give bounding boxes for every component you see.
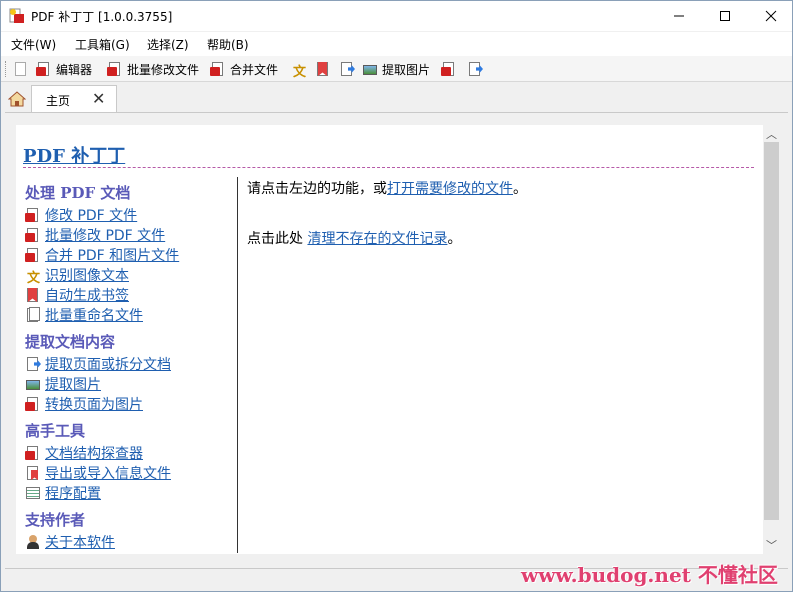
instruction-message: 请点击左边的功能，或打开需要修改的文件。 xyxy=(247,181,527,197)
batch-modify-label: 批量修改文件 xyxy=(127,62,200,77)
tab-divider xyxy=(5,112,788,113)
pdf-editor-icon xyxy=(36,61,52,77)
person-icon xyxy=(25,534,41,550)
page-title[interactable]: PDF 补丁丁 xyxy=(23,142,125,168)
menu-select[interactable]: 选择(Z) xyxy=(147,36,189,53)
export-info-button[interactable] xyxy=(467,59,483,79)
link-modify-pdf[interactable]: 修改 PDF 文件 xyxy=(25,206,137,224)
pdf-merge-icon xyxy=(25,247,41,263)
section-heading-process-pdf: 处理 PDF 文档 xyxy=(25,184,131,202)
close-window-button[interactable] xyxy=(748,1,793,31)
window-title: PDF 补丁丁 [1.0.0.3755] xyxy=(31,10,173,24)
structure-explorer-icon xyxy=(25,445,41,461)
maximize-button[interactable] xyxy=(702,1,748,31)
merge-button[interactable]: 合并文件 xyxy=(210,59,278,79)
section-heading-support: 支持作者 xyxy=(25,511,86,529)
pdf-batch-icon xyxy=(107,61,123,77)
open-file-link[interactable]: 打开需要修改的文件 xyxy=(387,181,513,197)
export-icon xyxy=(467,61,483,77)
extract-pages-icon xyxy=(339,61,355,77)
ocr-text-icon: 文 xyxy=(27,271,41,286)
settings-list-icon xyxy=(25,485,41,501)
ocr-button[interactable]: 文 xyxy=(291,59,307,80)
extract-images-label: 提取图片 xyxy=(382,62,431,77)
ocr-text-icon: 文 xyxy=(293,65,307,80)
cleanup-message: 点击此处 清理不存在的文件记录。 xyxy=(247,231,462,247)
bookmark-icon xyxy=(25,287,41,303)
close-icon xyxy=(765,10,777,22)
pdf-to-image-icon xyxy=(441,61,457,77)
extract-pages-icon xyxy=(25,356,41,372)
title-divider xyxy=(23,167,754,168)
minimize-icon xyxy=(674,15,684,17)
toolbar-checkbox-button[interactable] xyxy=(13,59,29,79)
image-icon xyxy=(362,61,378,77)
extract-pages-button[interactable] xyxy=(339,59,355,79)
bookmark-button[interactable] xyxy=(315,59,331,79)
column-divider xyxy=(237,177,238,553)
link-batch-rename[interactable]: 批量重命名文件 xyxy=(25,306,143,324)
app-window: PDF 补丁丁 [1.0.0.3755] 文件(W) 工具箱(G) 选择(Z) … xyxy=(0,0,793,592)
toolbar: 编辑器 批量修改文件 合并文件 文 提取图片 xyxy=(1,56,792,82)
vertical-scrollbar[interactable]: ︿ ﹀ xyxy=(763,125,780,554)
menu-toolbox[interactable]: 工具箱(G) xyxy=(75,36,130,53)
link-ocr[interactable]: 文 识别图像文本 xyxy=(25,266,129,286)
tab-main[interactable]: 主页 ✕ xyxy=(31,85,117,113)
batch-modify-button[interactable]: 批量修改文件 xyxy=(107,59,199,79)
section-heading-extract: 提取文档内容 xyxy=(25,333,116,351)
link-export-import-info[interactable]: 导出或导入信息文件 xyxy=(25,464,171,482)
extract-images-button[interactable]: 提取图片 xyxy=(362,59,430,79)
home-tab-button[interactable] xyxy=(5,87,29,111)
menu-help[interactable]: 帮助(B) xyxy=(207,36,249,53)
pdf-batch-icon xyxy=(25,227,41,243)
link-convert-pages[interactable]: 转换页面为图片 xyxy=(25,395,143,413)
link-batch-modify-pdf[interactable]: 批量修改 PDF 文件 xyxy=(25,226,165,244)
checkbox-icon xyxy=(13,61,29,77)
scroll-down-icon[interactable]: ﹀ xyxy=(766,537,777,553)
link-structure-explorer[interactable]: 文档结构探查器 xyxy=(25,444,143,462)
home-icon xyxy=(8,91,26,107)
link-merge-pdf[interactable]: 合并 PDF 和图片文件 xyxy=(25,246,179,264)
app-logo-icon xyxy=(9,8,25,24)
menu-bar: 文件(W) 工具箱(G) 选择(Z) 帮助(B) xyxy=(1,32,792,56)
title-bar: PDF 补丁丁 [1.0.0.3755] xyxy=(1,1,792,31)
watermark-logo: www.budog.net 不懂社区 xyxy=(521,563,778,587)
maximize-icon xyxy=(720,11,730,21)
home-page-pane: PDF 补丁丁 处理 PDF 文档 修改 PDF 文件 批量修改 PDF 文件 … xyxy=(16,125,763,554)
scroll-thumb[interactable] xyxy=(764,142,779,520)
editor-label: 编辑器 xyxy=(56,62,93,77)
editor-button[interactable]: 编辑器 xyxy=(36,59,92,79)
pdf-merge-icon xyxy=(210,61,226,77)
tab-strip: 主页 ✕ xyxy=(1,83,792,113)
link-auto-bookmark[interactable]: 自动生成书签 xyxy=(25,286,129,304)
merge-label: 合并文件 xyxy=(230,62,279,77)
section-heading-advanced: 高手工具 xyxy=(25,422,86,440)
menu-file[interactable]: 文件(W) xyxy=(11,36,56,53)
link-extract-images[interactable]: 提取图片 xyxy=(25,375,101,393)
pdf-to-image-icon xyxy=(25,396,41,412)
cleanup-records-link[interactable]: 清理不存在的文件记录 xyxy=(307,231,447,247)
bookmark-icon xyxy=(315,61,331,77)
scroll-up-icon[interactable]: ︿ xyxy=(766,126,777,142)
link-extract-pages[interactable]: 提取页面或拆分文档 xyxy=(25,355,171,373)
rename-icon xyxy=(25,307,41,323)
link-settings[interactable]: 程序配置 xyxy=(25,484,101,502)
export-icon xyxy=(25,465,41,481)
minimize-button[interactable] xyxy=(656,1,702,31)
convert-to-image-button[interactable] xyxy=(441,59,457,79)
close-tab-icon[interactable]: ✕ xyxy=(92,89,105,108)
tab-main-label: 主页 xyxy=(46,94,71,108)
toolbar-grip[interactable] xyxy=(5,61,7,77)
pdf-file-icon xyxy=(25,207,41,223)
image-icon xyxy=(25,376,41,392)
link-about[interactable]: 关于本软件 xyxy=(25,533,115,551)
